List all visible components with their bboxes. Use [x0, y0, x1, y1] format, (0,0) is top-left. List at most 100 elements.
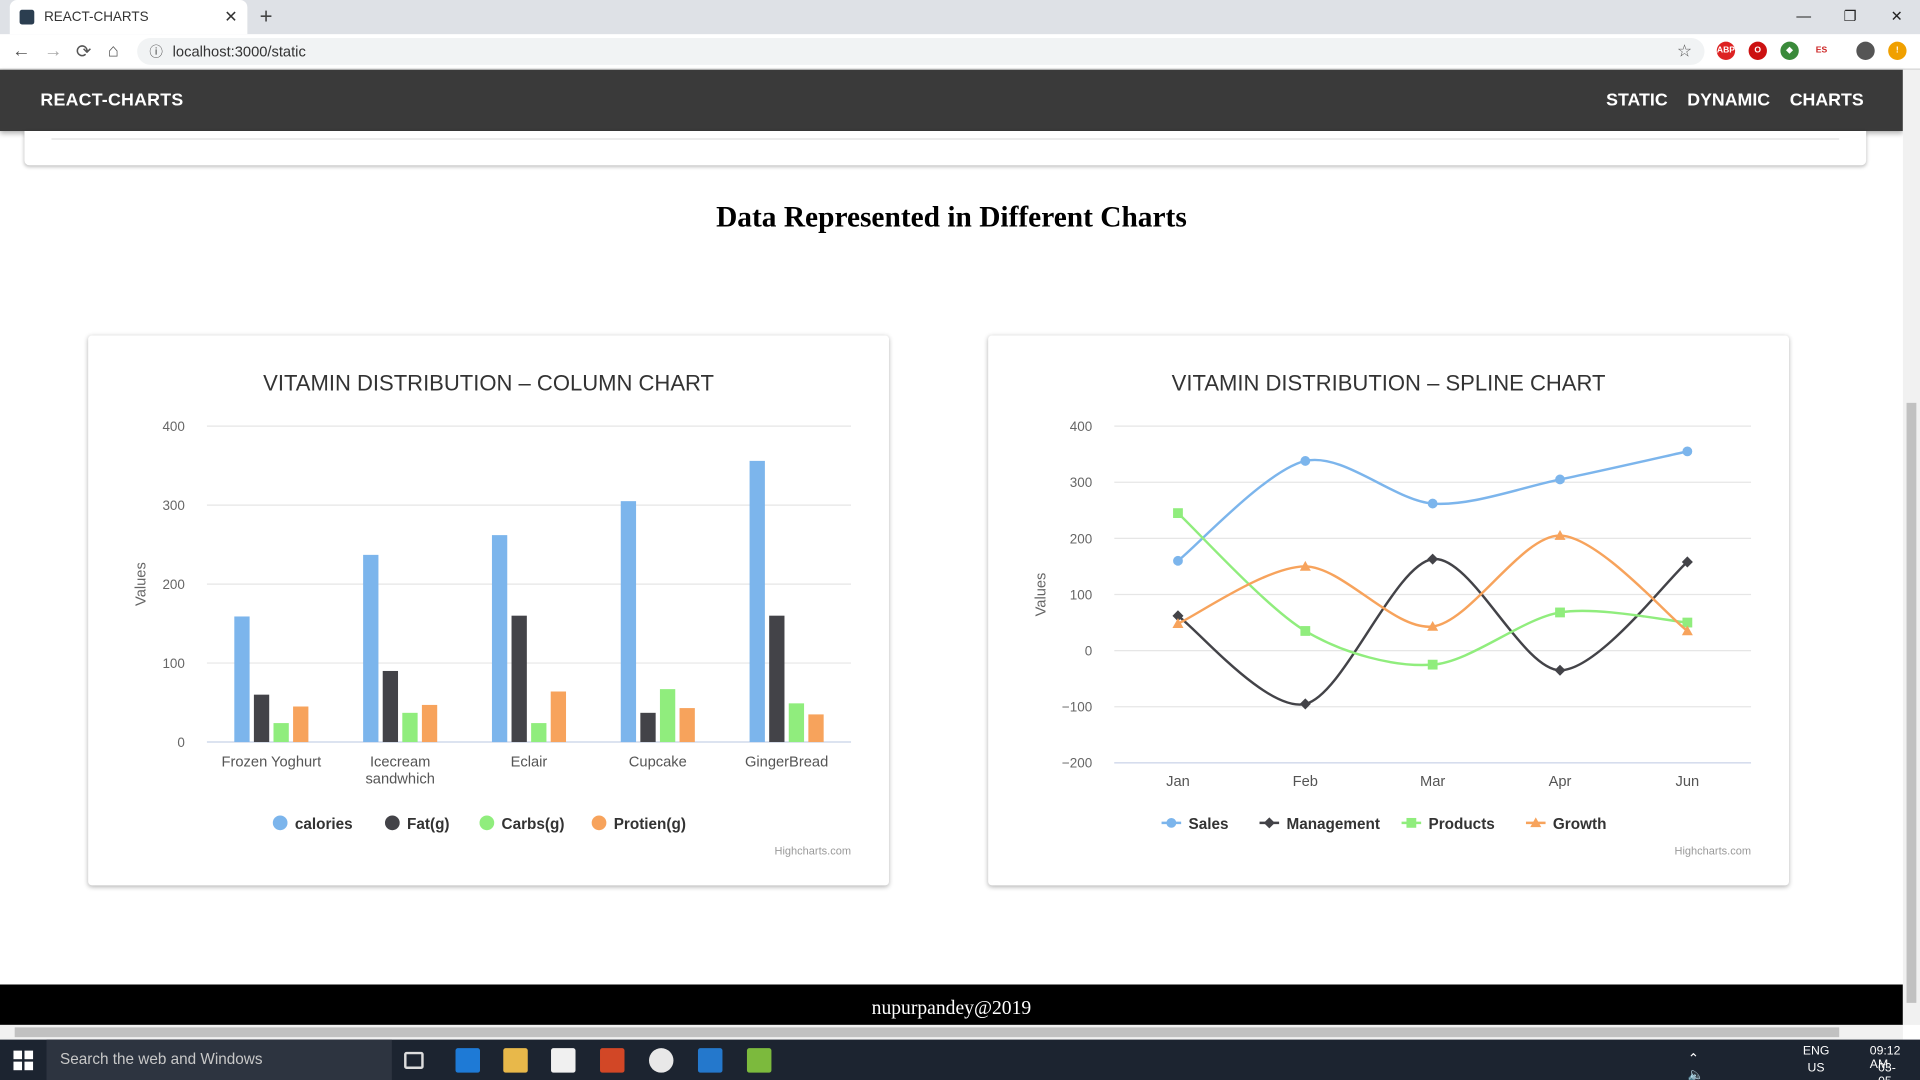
data-point	[1299, 698, 1311, 710]
update-alert-icon[interactable]: !	[1888, 41, 1907, 61]
file-explorer-icon[interactable]	[503, 1048, 528, 1073]
legend-label: Protien(g)	[614, 816, 686, 833]
vertical-scrollbar[interactable]	[1902, 69, 1920, 1025]
spline-chart-card: VITAMIN DISTRIBUTION – SPLINE CHART −200 −…	[988, 335, 1789, 886]
y-tick-label: 200	[162, 577, 184, 592]
y-tick-label: 300	[162, 498, 184, 513]
bar	[234, 616, 250, 743]
bar	[769, 615, 785, 743]
bar	[402, 712, 418, 743]
tab-title: REACT-CHARTS	[44, 9, 149, 25]
nav-dynamic[interactable]: DYNAMIC	[1687, 91, 1770, 111]
powerpoint-icon[interactable]	[600, 1048, 625, 1073]
chrome-icon[interactable]	[648, 1048, 674, 1073]
adblock-extension-icon[interactable]: ABP	[1716, 41, 1736, 61]
opera-extension-icon[interactable]: O	[1748, 41, 1767, 61]
y-tick-label: −100	[1062, 700, 1092, 715]
y-tick-label: 200	[1070, 531, 1092, 546]
info-icon[interactable]: ⓘ	[149, 42, 162, 62]
profile-avatar[interactable]	[1856, 41, 1875, 61]
legend-label: Carbs(g)	[502, 816, 565, 833]
page-title: Data Represented in Different Charts	[716, 202, 1187, 234]
y-tick-label: 400	[162, 419, 184, 434]
data-point	[1554, 664, 1566, 676]
bookmark-star-icon[interactable]: ☆	[1677, 40, 1692, 61]
windows-start-icon[interactable]	[13, 1050, 34, 1071]
chart-credit: Highcharts.com	[774, 846, 851, 858]
chart-title: VITAMIN DISTRIBUTION – SPLINE CHART	[1172, 371, 1606, 396]
legend-marker	[1406, 817, 1417, 828]
task-view-icon[interactable]	[404, 1051, 424, 1069]
language-indicator[interactable]: ENG	[1803, 1044, 1830, 1057]
divider	[51, 138, 1840, 140]
tab-close-icon[interactable]: ✕	[224, 7, 237, 27]
region-indicator[interactable]: US	[1807, 1062, 1824, 1075]
legend-label: Growth	[1553, 816, 1607, 833]
legend-label: calories	[295, 816, 353, 833]
y-tick-label: 400	[1070, 419, 1092, 434]
extension-icon[interactable]: ◆	[1780, 41, 1799, 61]
bar	[808, 714, 824, 743]
browser-tab[interactable]: REACT-CHARTS ✕	[9, 0, 248, 35]
vscode-icon[interactable]	[697, 1048, 723, 1073]
close-window-button[interactable]: ✕	[1873, 0, 1920, 34]
bar	[788, 703, 805, 743]
nav-charts[interactable]: CHARTS	[1790, 91, 1864, 111]
url-text[interactable]: localhost:3000/static	[173, 43, 306, 60]
back-arrow-icon[interactable]: ←	[12, 40, 30, 61]
browser-toolbar: ← → ⟳ ⌂ ⓘ localhost:3000/static ☆ ABP O …	[0, 34, 1920, 70]
clock-date[interactable]: 03-05-2019	[1878, 1062, 1905, 1080]
vertical-scrollbar-thumb[interactable]	[1906, 402, 1917, 1003]
taskbar-search[interactable]: Search the web and Windows	[46, 1039, 392, 1080]
footer: nupurpandey@2019	[0, 984, 1903, 1025]
column-chart-card: VITAMIN DISTRIBUTION – COLUMN CHART 0 100 2…	[88, 335, 889, 886]
app-brand[interactable]: REACT-CHARTS	[40, 91, 183, 111]
home-icon[interactable]: ⌂	[108, 40, 119, 61]
x-tick-label: Apr	[1549, 774, 1572, 790]
y-tick-label: 100	[162, 656, 184, 671]
data-point	[1427, 498, 1438, 509]
bar	[293, 706, 309, 743]
tray-icons[interactable]: ⌃ 🔈 ▭ ◔ ▤	[1688, 1051, 1705, 1080]
legend-swatch	[591, 815, 607, 831]
spline-chart: VITAMIN DISTRIBUTION – SPLINE CHART −200 −…	[1034, 371, 1751, 858]
x-tick-label: GingerBread	[745, 755, 828, 771]
horizontal-scrollbar-thumb[interactable]	[14, 1027, 1840, 1038]
data-point	[1427, 553, 1439, 565]
legend-swatch	[272, 815, 288, 831]
bar	[640, 712, 656, 743]
new-tab-button[interactable]: +	[260, 4, 273, 30]
store-icon[interactable]	[551, 1048, 576, 1073]
notepad-icon[interactable]	[746, 1048, 772, 1073]
data-point	[1300, 456, 1311, 466]
edge-icon[interactable]	[455, 1048, 481, 1073]
bar	[531, 723, 547, 743]
top-card	[24, 131, 1867, 166]
data-point	[1300, 626, 1311, 636]
bar	[511, 615, 527, 743]
series-line	[1177, 534, 1689, 632]
address-bar[interactable]: ⓘ localhost:3000/static ☆	[137, 37, 1705, 65]
nav-static[interactable]: STATIC	[1606, 91, 1667, 111]
es-extension-icon[interactable]: ES	[1812, 41, 1831, 61]
x-tick-label: Mar	[1420, 774, 1445, 790]
bar	[749, 460, 765, 743]
y-axis-label: Values	[134, 562, 150, 606]
horizontal-scrollbar[interactable]	[0, 1024, 1903, 1040]
x-tick-label-cont: sandwhich	[365, 772, 434, 788]
bar	[659, 689, 676, 743]
restore-button[interactable]: ❐	[1827, 0, 1874, 34]
legend-marker	[1166, 817, 1177, 828]
forward-arrow-icon[interactable]: →	[44, 40, 62, 61]
reload-icon[interactable]: ⟳	[76, 40, 91, 63]
main-nav: STATIC DYNAMIC CHARTS	[1606, 91, 1864, 111]
y-tick-label: −200	[1062, 756, 1092, 771]
minimize-button[interactable]: —	[1780, 0, 1827, 34]
data-point	[1555, 474, 1565, 485]
x-tick-label: Eclair	[511, 755, 548, 771]
legend-swatch	[479, 815, 495, 831]
bar	[253, 694, 270, 743]
x-tick-label: Jan	[1166, 774, 1190, 790]
bar	[679, 708, 695, 743]
windows-taskbar: Search the web and Windows ⌃ 🔈 ▭ ◔ ▤ ENG…	[0, 1039, 1920, 1080]
